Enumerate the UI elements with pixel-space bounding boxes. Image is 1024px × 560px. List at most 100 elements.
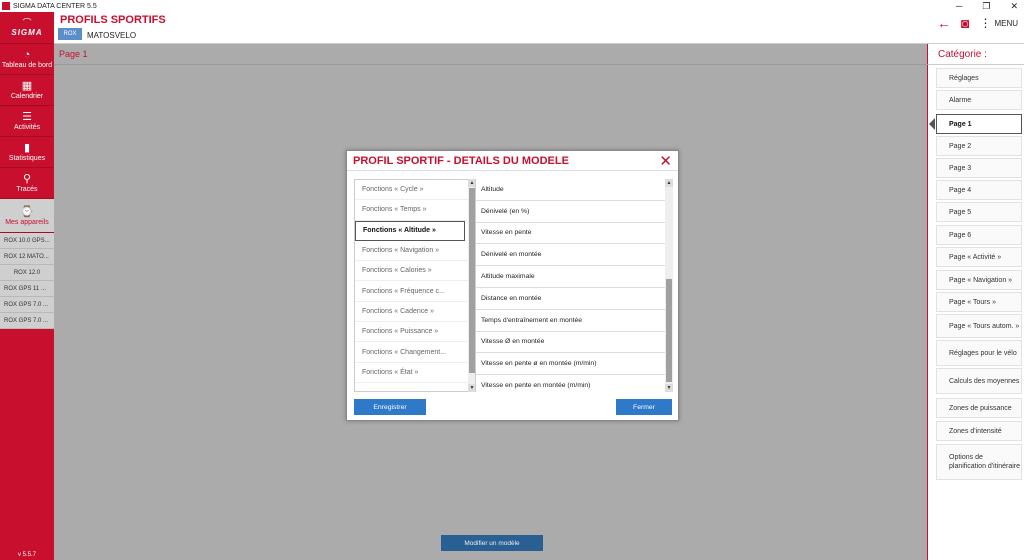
divider xyxy=(928,64,1024,65)
back-arrow-icon[interactable]: ← xyxy=(937,15,951,31)
nav-dashboard[interactable]: ◔ Tableau de bord xyxy=(0,44,54,75)
category-label: Page 5 xyxy=(949,208,972,216)
nav-statistics-label: Statistiques xyxy=(8,155,46,162)
dashboard-icon: ◔ xyxy=(23,49,31,61)
category-item[interactable]: Page 4 xyxy=(936,180,1022,200)
scroll-down-icon[interactable]: ▼ xyxy=(665,384,673,392)
category-item[interactable]: Page « Navigation » xyxy=(936,270,1022,290)
category-label: Alarme xyxy=(949,96,972,104)
function-category-list: Fonctions « Cycle » Fonctions « Temps » Fo… xyxy=(354,179,474,392)
category-label: Options de planification d'itinéraire xyxy=(949,454,1020,470)
sigma-logo: ⌒ SIGMA xyxy=(0,12,54,44)
nav-tracks-label: Tracés xyxy=(16,186,38,193)
devices-icon: ⌚ xyxy=(20,205,34,218)
modify-template-button[interactable]: Modifier un modèle xyxy=(441,535,543,551)
category-label: Page 6 xyxy=(949,231,972,239)
scroll-thumb[interactable] xyxy=(666,279,672,382)
category-label: Page 4 xyxy=(949,186,972,194)
window-close-button[interactable]: ✕ xyxy=(1010,0,1018,12)
divider xyxy=(54,64,928,65)
category-item[interactable]: Calculs des moyennes xyxy=(936,368,1022,394)
device-item[interactable]: ROX 10.0 GPS... xyxy=(0,233,54,249)
function-value-list: Altitude Dénivelé (en %) Vitesse en pente D… xyxy=(475,179,665,392)
category-label: Page « Tours » xyxy=(949,298,996,306)
nav-my-devices[interactable]: ⌚ Mes appareils xyxy=(0,199,54,233)
function-value-item[interactable]: Distance en montée xyxy=(476,288,665,310)
category-panel: Catégorie : Réglages Alarme Page 1 Page 2 Pa… xyxy=(928,44,1024,560)
device-item[interactable]: ROX GPS 7.0 ... xyxy=(0,313,54,329)
dialog-title: PROFIL SPORTIF - DETAILS DU MODELE xyxy=(353,155,569,167)
function-value-item[interactable]: Vitesse en pente ø en montée (m/min) xyxy=(476,353,665,376)
category-item[interactable]: Réglages xyxy=(936,68,1022,88)
page-title: PROFILS SPORTIFS xyxy=(60,14,166,26)
category-item[interactable]: Page « Activité » xyxy=(936,247,1022,267)
function-category-item[interactable]: Fonctions « Navigation » xyxy=(355,241,473,262)
category-title: Catégorie : xyxy=(938,49,987,60)
function-value-item[interactable]: Dénivelé en montée xyxy=(476,244,665,267)
category-item[interactable]: Options de planification d'itinéraire xyxy=(936,444,1022,480)
category-label: Page 1 xyxy=(949,120,972,128)
category-item[interactable]: Page « Tours » xyxy=(936,292,1022,312)
menu-label: MENU xyxy=(994,18,1018,28)
calendar-icon: ▦ xyxy=(21,80,33,92)
function-value-item[interactable]: Vitesse Ø en montée xyxy=(476,332,665,354)
version-label: v 5.5.7 xyxy=(17,552,36,558)
category-item[interactable]: Page 2 xyxy=(936,136,1022,156)
function-category-item[interactable]: Fonctions « État » xyxy=(355,363,473,383)
category-label: Page 2 xyxy=(949,142,972,150)
nav-activities[interactable]: ☰ Activités xyxy=(0,106,54,137)
camera-icon[interactable]: ◙ xyxy=(961,15,969,31)
device-item[interactable]: ROX GPS 11 ... xyxy=(0,281,54,297)
function-category-item[interactable]: Fonctions « Cadence » xyxy=(355,302,473,323)
nav-tracks[interactable]: ⚲ Tracés xyxy=(0,168,54,199)
category-label: Réglages xyxy=(949,74,979,82)
device-item[interactable]: ROX GPS 7.0 ... xyxy=(0,297,54,313)
device-item[interactable]: ROX 12 MATO... xyxy=(0,249,54,265)
device-item[interactable]: ROX 12.0 xyxy=(0,265,54,281)
title-bar: SIGMA DATA CENTER 5.5 ─ ❐ ✕ xyxy=(0,0,1024,12)
function-value-item[interactable]: Altitude xyxy=(476,179,665,201)
function-value-item[interactable]: Vitesse en pente en montée (m/min) xyxy=(476,375,665,392)
function-category-item[interactable]: Fonctions « Altitude » xyxy=(355,220,465,241)
category-item[interactable]: Page 6 xyxy=(936,225,1022,245)
value-list-scrollbar[interactable]: ▲ ▼ xyxy=(665,179,673,392)
category-item[interactable]: Page 5 xyxy=(936,202,1022,222)
function-value-item[interactable]: Vitesse en pente xyxy=(476,223,665,245)
function-category-item[interactable]: Fonctions « Cycle » xyxy=(355,180,473,201)
device-name: MATOSVELO xyxy=(87,31,137,40)
save-button[interactable]: Enregistrer xyxy=(354,399,426,415)
nav-statistics[interactable]: ▮ Statistiques xyxy=(0,137,54,168)
category-item[interactable]: Page « Tours autom. » xyxy=(936,314,1022,338)
scroll-up-icon[interactable]: ▲ xyxy=(665,179,673,187)
function-category-item[interactable]: Fonctions « Puissance » xyxy=(355,322,473,343)
device-list: ROX 10.0 GPS... ROX 12 MATO... ROX 12.0 … xyxy=(0,233,54,329)
category-label: Zones d'intensité xyxy=(949,427,1002,435)
category-item[interactable]: Zones d'intensité xyxy=(936,421,1022,441)
close-button[interactable]: Fermer xyxy=(616,399,672,415)
category-item[interactable]: Réglages pour le vélo xyxy=(936,340,1022,366)
close-icon[interactable]: ✕ xyxy=(659,152,672,170)
function-category-item[interactable]: Fonctions « Temps » xyxy=(355,200,473,221)
function-category-item[interactable]: Fonctions « Fréquence c... xyxy=(355,281,473,302)
restore-button[interactable]: ❐ xyxy=(982,0,990,12)
list-icon: ☰ xyxy=(22,111,32,123)
category-item[interactable]: Zones de puissance xyxy=(936,398,1022,418)
function-value-item[interactable]: Altitude maximale xyxy=(476,266,665,288)
menu-button[interactable]: ⋮ MENU xyxy=(979,16,1018,30)
template-details-dialog: PROFIL SPORTIF - DETAILS DU MODELE ✕ Fon… xyxy=(346,150,679,421)
minimize-button[interactable]: ─ xyxy=(956,0,962,12)
nav-calendar[interactable]: ▦ Calendrier xyxy=(0,75,54,106)
function-category-item[interactable]: Fonctions « Calories » xyxy=(355,261,473,282)
function-category-item[interactable]: Fonctions « Changement... xyxy=(355,342,473,363)
category-label: Réglages pour le vélo xyxy=(949,349,1017,357)
category-item[interactable]: Alarme xyxy=(936,90,1022,110)
divider xyxy=(347,170,678,171)
category-item[interactable]: Page 3 xyxy=(936,158,1022,178)
function-value-item[interactable]: Temps d'entraînement en montée xyxy=(476,310,665,332)
function-value-item[interactable]: Dénivelé (en %) xyxy=(476,201,665,223)
kebab-menu-icon: ⋮ xyxy=(979,16,992,30)
route-pin-icon: ⚲ xyxy=(22,173,32,185)
category-item[interactable]: Page 1 xyxy=(929,114,1022,134)
sidebar: ⌒ SIGMA ◔ Tableau de bord ▦ Calendrier ☰… xyxy=(0,12,54,560)
category-label: Page 3 xyxy=(949,164,972,172)
